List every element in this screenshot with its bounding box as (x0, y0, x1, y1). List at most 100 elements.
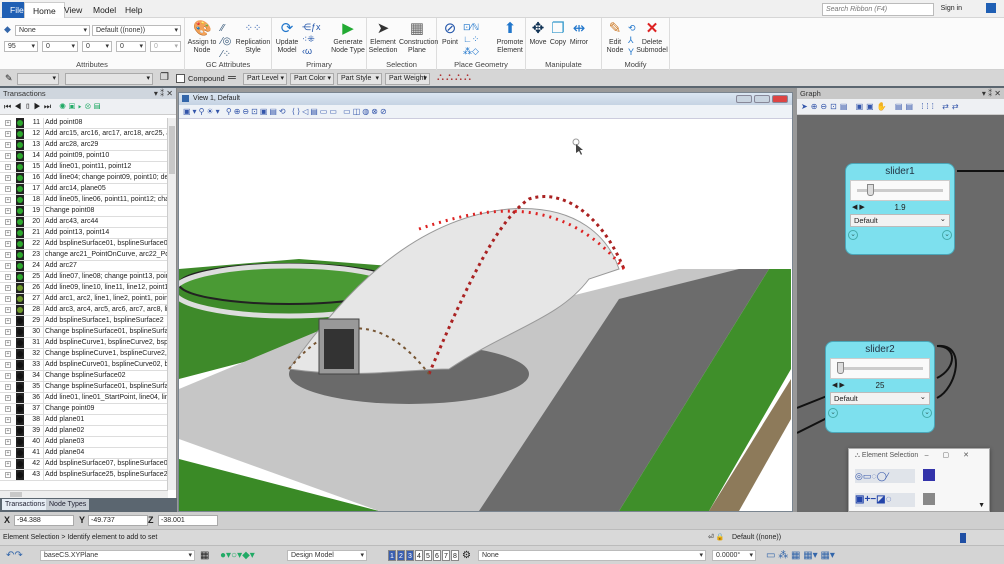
linestyle-combo[interactable]: 0 (82, 41, 112, 52)
grid-icon[interactable]: ▦ (200, 549, 209, 562)
transaction-row[interactable]: +37 Change point09 (0, 404, 167, 415)
transaction-row[interactable]: +16 Add line04; change point09, point10; … (0, 173, 167, 184)
expand-icon[interactable]: + (5, 461, 11, 467)
selection-method-tools[interactable]: ▣+−◪◌ (855, 493, 915, 507)
construction-plane-button[interactable]: ▦ Construction Plane (399, 20, 438, 55)
style-combo[interactable]: Default ((none)) (92, 25, 181, 36)
view-button-1[interactable]: 1 (388, 550, 396, 561)
attr-combo-2[interactable] (65, 73, 153, 85)
transaction-row[interactable]: +30Change bsplineSurface01, bsplineSurfa… (0, 327, 167, 338)
lock-tools-icons[interactable]: ⛬⛬⛬⛬ (437, 72, 473, 83)
view-button-4[interactable]: 4 (415, 550, 423, 561)
assign-to-node-button[interactable]: 🎨 Assign to Node (187, 20, 217, 55)
transaction-row[interactable]: +26 Add line09, line10, line11, line12, p… (0, 283, 167, 294)
expand-icon[interactable]: + (5, 252, 11, 258)
expand-icon[interactable]: + (5, 450, 11, 456)
transaction-row[interactable]: +20 Add arc43, arc44 (0, 217, 167, 228)
expand-icon[interactable]: + (5, 208, 11, 214)
y-field[interactable]: -49.737 (88, 515, 148, 526)
expand-icon[interactable]: + (5, 241, 11, 247)
transaction-row[interactable]: +13 Add arc28, arc29 (0, 140, 167, 151)
expand-icon[interactable]: + (5, 219, 11, 225)
transaction-row[interactable]: +36 Add line01, line01_StartPoint, line04… (0, 393, 167, 404)
expand-icon[interactable]: + (5, 186, 11, 192)
transaction-row[interactable]: +34 Change bsplineSurface02 (0, 371, 167, 382)
step-arrows-icon[interactable]: ◀ ▶ (832, 379, 845, 392)
expand-icon[interactable]: + (5, 395, 11, 401)
expand-icon[interactable]: + (5, 120, 11, 126)
transaction-row[interactable]: +25 Add line07, line08; change point13, p… (0, 272, 167, 283)
selection-mode-tools[interactable]: ◎▭◌◯⁄ (855, 469, 915, 483)
transaction-row[interactable]: +12 Add arc15, arc16, arc17, arc18, arc25… (0, 129, 167, 140)
z-field[interactable]: -38.001 (158, 515, 218, 526)
panel-controls-icon[interactable]: ▾ ⁑ ✕ (154, 88, 173, 99)
active-level-combo[interactable]: None (478, 550, 706, 561)
slider1-node[interactable]: slider1 ◀ ▶ 1.9 Default ⌄ ⌄ (845, 163, 955, 255)
expand-icon[interactable]: + (5, 428, 11, 434)
vertical-scrollbar[interactable] (167, 118, 176, 490)
level-display-icon[interactable]: ⚙ (462, 549, 471, 562)
slider-value[interactable]: 25 (876, 381, 885, 390)
part-weight-combo[interactable]: Part Weight (385, 73, 430, 85)
slider-control[interactable] (850, 180, 950, 201)
expand-icon[interactable]: + (5, 340, 11, 346)
expand-icon[interactable]: + (5, 318, 11, 324)
expand-icon[interactable]: + (5, 362, 11, 368)
expand-icon[interactable]: + (5, 351, 11, 357)
transaction-row[interactable]: +33Add bsplineCurve01, bsplineCurve02, b… (0, 360, 167, 371)
plane-combo[interactable]: baseCS.XYPlane (40, 550, 195, 561)
expand-icon[interactable]: + (5, 164, 11, 170)
expand-icon[interactable]: + (5, 417, 11, 423)
part-level-combo[interactable]: Part Level (243, 73, 287, 85)
angle-field[interactable]: 0.0000° (712, 550, 756, 561)
window-icon[interactable]: ❐ (160, 72, 169, 83)
expand-icon[interactable]: + (5, 439, 11, 445)
expand-icon[interactable]: + (5, 274, 11, 280)
transaction-row[interactable]: +28 Add arc3, arc4, arc5, arc6, arc7, arc… (0, 305, 167, 316)
class-combo[interactable]: 0 (116, 41, 146, 52)
playback-icons[interactable]: ⏮◀▯▶⏭ (4, 102, 54, 111)
slider-value[interactable]: 1.9 (894, 203, 905, 212)
generate-node-type-button[interactable]: ▶ Generate Node Type (330, 20, 366, 55)
expand-icon[interactable]: + (5, 131, 11, 137)
model-combo[interactable]: Design Model (287, 550, 367, 561)
transaction-row[interactable]: +31Add bsplineCurve1, bsplineCurve2, bsp… (0, 338, 167, 349)
expand-icon[interactable]: + (5, 175, 11, 181)
x-field[interactable]: -94.388 (14, 515, 74, 526)
snap-icons[interactable]: ▭ ⁂ ▦ ▦▾ ▦▾ (766, 549, 835, 562)
view-toolbar[interactable]: ▣▾⚲☀▾ ⚲⊕⊖⊡▣▤⟲ ⟨⟩◁▤▭▭ ▭◫◍⊗⊘ (179, 105, 792, 119)
move-button[interactable]: ✥ Move (528, 20, 548, 47)
minimize-button[interactable] (736, 95, 752, 103)
transaction-tool-icons[interactable]: ◉▣▸⊗▤ (59, 102, 103, 111)
part-style-combo[interactable]: Part Style (337, 73, 382, 85)
expand-icon[interactable]: + (5, 296, 11, 302)
transaction-row[interactable]: +22Add bsplineSurface01, bsplineSurface0… (0, 239, 167, 250)
level-combo[interactable]: None (15, 25, 90, 36)
account-icon[interactable] (986, 3, 996, 13)
lock-icon[interactable]: ⏎ 🔒 (708, 530, 725, 546)
replication-dropdown[interactable]: Default (830, 391, 930, 405)
delete-submodel-button[interactable]: ✕ Delete Submodel (636, 20, 668, 55)
mirror-button[interactable]: ⇹ Mirror (568, 20, 590, 47)
expand-icon[interactable]: + (5, 263, 11, 269)
nav-icons[interactable]: ●▾○▾◆▾ (220, 549, 255, 562)
dialog-expand-icon[interactable]: ▼ (978, 502, 985, 509)
transaction-row[interactable]: +43Add bsplineSurface25, bsplineSurface2… (0, 470, 167, 481)
transaction-row[interactable]: +32 Change bsplineCurve1, bsplineCurve2, … (0, 349, 167, 360)
view-button-2[interactable]: 2 (397, 550, 405, 561)
sign-in-link[interactable]: Sign in (941, 5, 962, 12)
transaction-row[interactable]: +18 Add line05, line06, point11, point12;… (0, 195, 167, 206)
search-ribbon-input[interactable]: Search Ribbon (F4) (822, 3, 934, 16)
expand-icon[interactable]: + (5, 230, 11, 236)
transaction-row[interactable]: +21 Add point13, point14 (0, 228, 167, 239)
color-combo[interactable]: 95 (4, 41, 38, 52)
replication-dropdown[interactable]: Default (850, 213, 950, 227)
expand-icon[interactable]: + (5, 373, 11, 379)
transaction-row[interactable]: +19 Change point08 (0, 206, 167, 217)
expand-icon[interactable]: + (5, 307, 11, 313)
transaction-row[interactable]: +38 Add plane01 (0, 415, 167, 426)
copy-button[interactable]: ❐ Copy (548, 20, 568, 47)
close-button[interactable] (772, 95, 788, 103)
expand-icon[interactable]: + (5, 142, 11, 148)
transaction-row[interactable]: +11 Add point08 (0, 118, 167, 129)
